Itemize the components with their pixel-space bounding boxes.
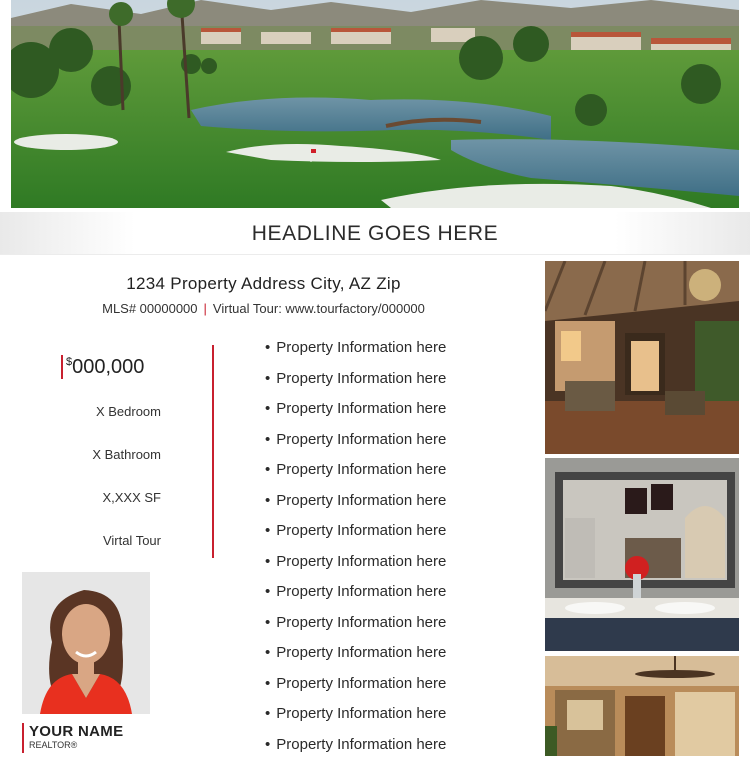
bathrooms: X Bathroom	[92, 447, 161, 462]
list-item: Property Information here	[265, 704, 446, 735]
living-room-photo	[545, 656, 739, 756]
bathroom-photo	[545, 458, 739, 651]
list-item: Property Information here	[265, 338, 446, 369]
list-item: Property Information here	[265, 552, 446, 583]
red-divider	[212, 345, 214, 558]
patio-photo	[545, 261, 739, 454]
mls-separator: |	[204, 301, 207, 316]
list-item: Property Information here	[265, 613, 446, 644]
list-item: Property Information here	[265, 582, 446, 613]
list-item: Property Information here	[265, 460, 446, 491]
agent-photo	[22, 572, 150, 714]
price: $000,000	[61, 355, 144, 379]
list-item: Property Information here	[265, 369, 446, 400]
list-item: Property Information here	[265, 491, 446, 522]
hero-golf-course-photo	[11, 0, 739, 208]
virtual-tour-link: Virtual Tour: www.tourfactory/000000	[213, 301, 425, 316]
agent-name-block: YOUR NAME REALTOR®	[22, 723, 123, 753]
list-item: Property Information here	[265, 399, 446, 430]
price-amount: 000,000	[72, 356, 144, 378]
list-item: Property Information here	[265, 643, 446, 674]
list-item: Property Information here	[265, 521, 446, 552]
agent-title: REALTOR®	[29, 740, 123, 751]
property-info-list: Property Information here Property Infor…	[265, 338, 446, 765]
square-feet: X,XXX SF	[102, 490, 161, 505]
bedrooms: X Bedroom	[96, 404, 161, 419]
headline: HEADLINE GOES HERE	[0, 212, 750, 255]
list-item: Property Information here	[265, 430, 446, 461]
virtual-tour-label: Virtal Tour	[103, 533, 161, 548]
list-item: Property Information here	[265, 674, 446, 705]
headline-band: HEADLINE GOES HERE	[0, 212, 750, 255]
property-address: 1234 Property Address City, AZ Zip	[0, 274, 527, 294]
mls-line: MLS# 00000000 | Virtual Tour: www.tourfact…	[0, 301, 527, 316]
mls-number: MLS# 00000000	[102, 301, 197, 316]
agent-name: YOUR NAME	[29, 723, 123, 740]
